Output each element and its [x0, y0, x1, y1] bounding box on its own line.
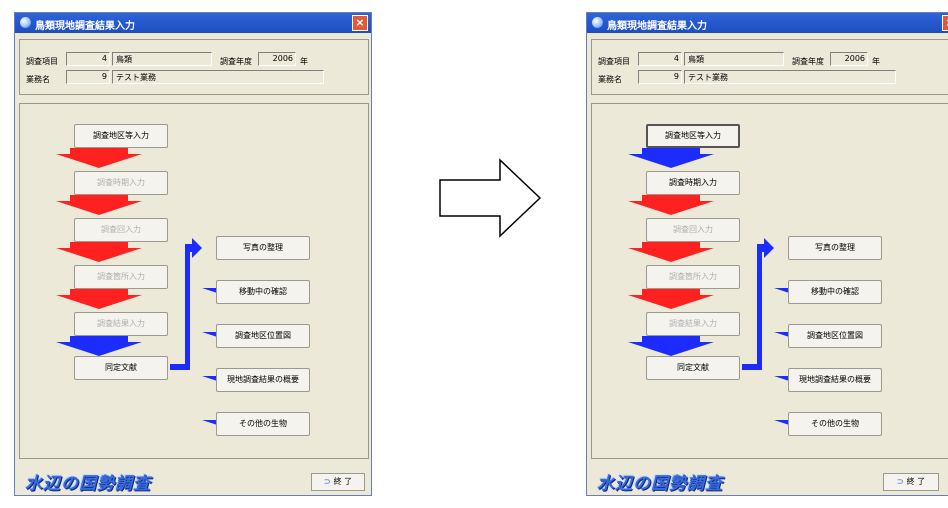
red-down-arrow: [56, 195, 142, 215]
exit-icon: ⊃: [896, 477, 904, 486]
survey-year-label: 調査年度: [792, 57, 824, 66]
window-title: 鳥類現地調査結果入力: [607, 21, 707, 32]
area-map-button[interactable]: 調査地区位置図: [788, 324, 882, 348]
red-down-arrow: [628, 242, 714, 262]
transition-arrow-icon: [439, 158, 542, 238]
red-down-arrow: [56, 148, 142, 168]
survey-item-name-field: 鳥類: [684, 52, 784, 66]
red-down-arrow: [628, 195, 714, 215]
blue-elbow-connector: [170, 238, 202, 370]
app-logo: 水辺の国勢調査: [25, 474, 151, 494]
area-input-button[interactable]: 調査地区等入力: [74, 124, 168, 148]
area-map-button[interactable]: 調査地区位置図: [216, 324, 310, 348]
title-bar: 鳥類現地調査結果入力 ×: [15, 13, 371, 33]
window-title: 鳥類現地調査結果入力: [35, 21, 135, 32]
photos-button[interactable]: 写真の整理: [788, 236, 882, 260]
summary-button[interactable]: 現地調査結果の概要: [216, 368, 310, 392]
count-input-button: 調査回入力: [74, 218, 168, 242]
place-input-button: 調査箇所入力: [646, 265, 740, 289]
app-logo: 水辺の国勢調査: [597, 474, 723, 494]
place-input-button: 調査箇所入力: [74, 265, 168, 289]
period-input-button[interactable]: 調査時期入力: [646, 171, 740, 195]
survey-year-label: 調査年度: [220, 57, 252, 66]
survey-year-field: 2006: [258, 52, 296, 66]
survey-item-label: 調査項目: [26, 57, 58, 66]
reference-button[interactable]: 同定文献: [74, 356, 168, 380]
area-input-button[interactable]: 調査地区等入力: [646, 124, 740, 148]
business-name-field: テスト業務: [684, 70, 896, 84]
red-down-arrow: [56, 242, 142, 262]
close-icon[interactable]: ×: [942, 15, 948, 31]
survey-item-number-field: 4: [638, 52, 682, 66]
period-input-button: 調査時期入力: [74, 171, 168, 195]
survey-item-label: 調査項目: [598, 57, 630, 66]
flow-panel: 調査地区等入力 調査時期入力 調査回入力 調査箇所入力 調査結果入力 同定文献 …: [19, 103, 369, 459]
other-creatures-button[interactable]: その他の生物: [788, 412, 882, 436]
year-unit-label: 年: [872, 57, 880, 66]
count-input-button: 調査回入力: [646, 218, 740, 242]
end-button[interactable]: ⊃ 終 了: [883, 473, 939, 491]
business-name-field: テスト業務: [112, 70, 324, 84]
flow-arrows: [56, 148, 288, 434]
blue-down-arrow: [56, 336, 142, 356]
moving-check-button[interactable]: 移動中の確認: [788, 280, 882, 304]
photos-button[interactable]: 写真の整理: [216, 236, 310, 260]
blue-down-arrow: [628, 336, 714, 356]
business-number-field: 9: [638, 70, 682, 84]
reference-button[interactable]: 同定文献: [646, 356, 740, 380]
survey-item-number-field: 4: [66, 52, 110, 66]
red-down-arrow: [56, 289, 142, 309]
info-panel: 調査項目 4 鳥類 調査年度 2006 年 業務名 9 テスト業務: [591, 39, 948, 95]
year-unit-label: 年: [300, 57, 308, 66]
window-after: 鳥類現地調査結果入力 × 調査項目 4 鳥類 調査年度 2006 年 業務名 9…: [586, 12, 948, 496]
summary-button[interactable]: 現地調査結果の概要: [788, 368, 882, 392]
close-icon[interactable]: ×: [352, 15, 368, 31]
blue-down-arrow: [628, 148, 714, 168]
result-input-button: 調査結果入力: [646, 312, 740, 336]
business-name-label: 業務名: [598, 75, 622, 84]
survey-year-field: 2006: [830, 52, 868, 66]
app-icon: [20, 17, 31, 28]
moving-check-button[interactable]: 移動中の確認: [216, 280, 310, 304]
info-panel: 調査項目 4 鳥類 調査年度 2006 年 業務名 9 テスト業務: [19, 39, 369, 95]
title-bar: 鳥類現地調査結果入力 ×: [587, 13, 948, 33]
other-creatures-button[interactable]: その他の生物: [216, 412, 310, 436]
red-down-arrow: [628, 289, 714, 309]
result-input-button: 調査結果入力: [74, 312, 168, 336]
window-before: 鳥類現地調査結果入力 × 調査項目 4 鳥類 調査年度 2006 年 業務名 9…: [14, 12, 372, 496]
end-button[interactable]: ⊃ 終 了: [311, 473, 365, 491]
exit-icon: ⊃: [323, 477, 331, 486]
end-button-label: 終 了: [906, 477, 926, 486]
business-number-field: 9: [66, 70, 110, 84]
survey-item-name-field: 鳥類: [112, 52, 212, 66]
blue-elbow-connector: [742, 238, 774, 370]
flow-panel: 調査地区等入力 調査時期入力 調査回入力 調査箇所入力 調査結果入力 同定文献 …: [591, 103, 948, 459]
app-icon: [592, 17, 603, 28]
business-name-label: 業務名: [26, 75, 50, 84]
end-button-label: 終 了: [333, 477, 353, 486]
